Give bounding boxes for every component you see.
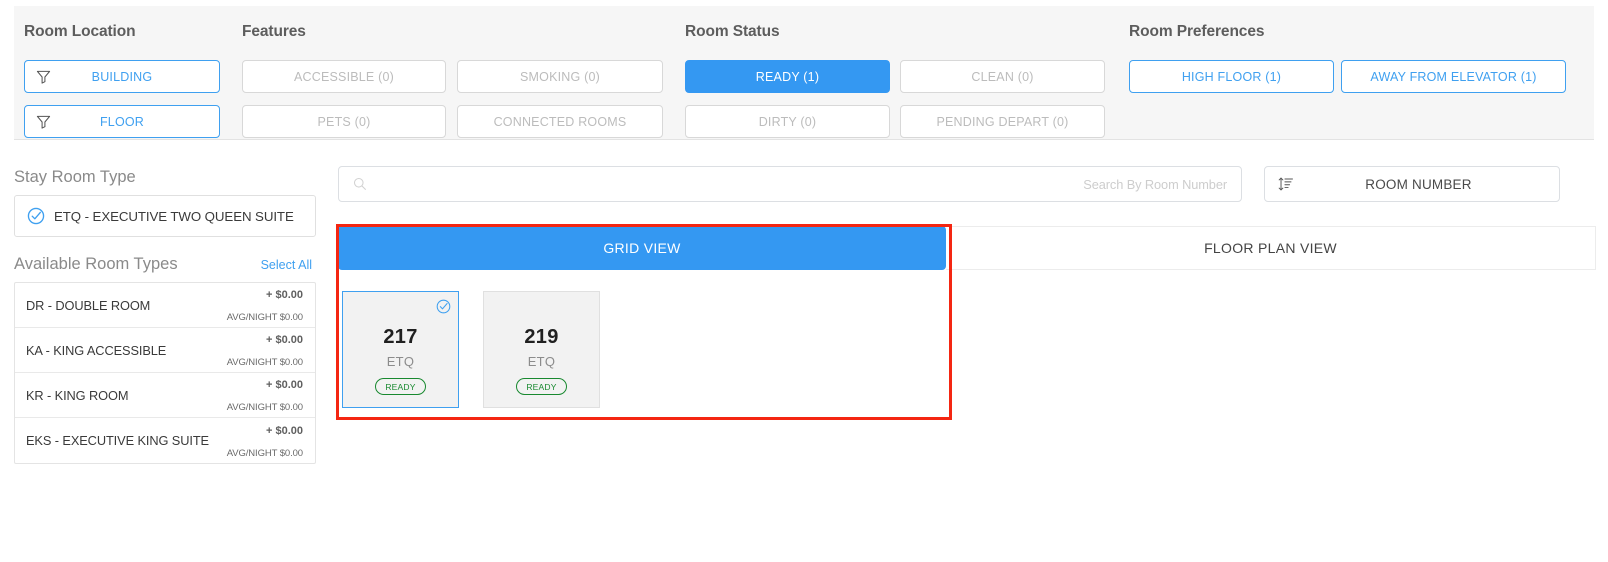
filter-bar: Room Location BUILDING FLOOR Features AC… bbox=[14, 6, 1594, 140]
room-status-badge: READY bbox=[516, 378, 566, 395]
room-card[interactable]: 217 ETQ READY bbox=[342, 291, 459, 408]
sort-amount-icon bbox=[1278, 176, 1294, 192]
filter-button-high-floor[interactable]: HIGH FLOOR (1) bbox=[1129, 60, 1334, 93]
room-type-avg-night: AVG/NIGHT $0.00 bbox=[227, 402, 303, 413]
search-room-number-box[interactable] bbox=[338, 166, 1242, 202]
filter-button-dirty[interactable]: DIRTY (0) bbox=[685, 105, 890, 138]
filter-button-smoking-label: SMOKING (0) bbox=[520, 70, 600, 84]
filter-button-floor-label: FLOOR bbox=[100, 115, 144, 129]
filter-group-features: Features bbox=[242, 6, 677, 51]
filter-button-high-floor-label: HIGH FLOOR (1) bbox=[1182, 70, 1281, 84]
room-type-delta: + $0.00 bbox=[266, 379, 303, 391]
room-type-avg-night: AVG/NIGHT $0.00 bbox=[227, 357, 303, 368]
room-type-delta: + $0.00 bbox=[266, 425, 303, 437]
filter-button-floor[interactable]: FLOOR bbox=[24, 105, 220, 138]
room-type-price: + $0.00 AVG/NIGHT $0.00 bbox=[227, 373, 303, 416]
filter-button-pets-label: PETS (0) bbox=[318, 115, 371, 129]
room-card[interactable]: 219 ETQ READY bbox=[483, 291, 600, 408]
room-type-row[interactable]: EKS - EXECUTIVE KING SUITE + $0.00 AVG/N… bbox=[15, 418, 315, 463]
filter-button-accessible[interactable]: ACCESSIBLE (0) bbox=[242, 60, 446, 93]
room-type-avg-night: AVG/NIGHT $0.00 bbox=[227, 448, 303, 459]
room-number: 219 bbox=[524, 326, 558, 349]
filter-button-ready[interactable]: READY (1) bbox=[685, 60, 890, 93]
room-type-avg-night: AVG/NIGHT $0.00 bbox=[227, 312, 303, 323]
room-type-name: KR - KING ROOM bbox=[26, 388, 128, 403]
room-type-delta: + $0.00 bbox=[266, 289, 303, 301]
room-type-row[interactable]: KA - KING ACCESSIBLE + $0.00 AVG/NIGHT $… bbox=[15, 328, 315, 373]
sort-by-label: ROOM NUMBER bbox=[1294, 177, 1559, 192]
sort-by-room-number-button[interactable]: ROOM NUMBER bbox=[1264, 166, 1560, 202]
room-card-grid: 217 ETQ READY 219 ETQ READY bbox=[342, 291, 600, 408]
filter-button-connected-rooms[interactable]: CONNECTED ROOMS bbox=[457, 105, 663, 138]
filter-group-title-room-preferences: Room Preferences bbox=[1129, 6, 1579, 51]
room-type-row[interactable]: KR - KING ROOM + $0.00 AVG/NIGHT $0.00 bbox=[15, 373, 315, 418]
room-type-name: KA - KING ACCESSIBLE bbox=[26, 343, 166, 358]
circle-check-icon bbox=[27, 207, 45, 225]
room-type-name: DR - DOUBLE ROOM bbox=[26, 298, 150, 313]
filter-group-title-room-status: Room Status bbox=[685, 6, 1105, 51]
filter-button-smoking[interactable]: SMOKING (0) bbox=[457, 60, 663, 93]
stay-room-type-selected-item[interactable]: ETQ - EXECUTIVE TWO QUEEN SUITE bbox=[14, 195, 316, 237]
search-input[interactable] bbox=[367, 177, 1241, 192]
funnel-icon bbox=[36, 114, 51, 129]
search-icon bbox=[353, 177, 367, 191]
room-type-price: + $0.00 AVG/NIGHT $0.00 bbox=[227, 283, 303, 326]
filter-button-pending-depart[interactable]: PENDING DEPART (0) bbox=[900, 105, 1105, 138]
filter-button-building[interactable]: BUILDING bbox=[24, 60, 220, 93]
room-type-row[interactable]: DR - DOUBLE ROOM + $0.00 AVG/NIGHT $0.00 bbox=[15, 283, 315, 328]
filter-button-ready-label: READY (1) bbox=[756, 70, 819, 84]
tab-grid-view-label: GRID VIEW bbox=[603, 240, 680, 256]
filter-group-room-preferences: Room Preferences bbox=[1129, 6, 1579, 51]
available-room-types-header: Available Room Types Select All bbox=[0, 237, 330, 282]
filter-group-room-status: Room Status bbox=[685, 6, 1105, 51]
filter-group-room-location: Room Location bbox=[24, 6, 239, 51]
stay-room-type-heading: Stay Room Type bbox=[0, 150, 330, 195]
filter-button-clean[interactable]: CLEAN (0) bbox=[900, 60, 1105, 93]
room-status-badge: READY bbox=[375, 378, 425, 395]
stay-room-type-label: ETQ - EXECUTIVE TWO QUEEN SUITE bbox=[54, 209, 294, 224]
view-tab-strip: GRID VIEW FLOOR PLAN VIEW bbox=[338, 226, 1600, 270]
filter-button-away-from-elevator[interactable]: AWAY FROM ELEVATOR (1) bbox=[1341, 60, 1566, 93]
room-type-sidebar: Stay Room Type ETQ - EXECUTIVE TWO QUEEN… bbox=[0, 150, 330, 464]
tab-grid-view[interactable]: GRID VIEW bbox=[338, 226, 946, 270]
room-type-price: + $0.00 AVG/NIGHT $0.00 bbox=[227, 328, 303, 371]
filter-button-pending-depart-label: PENDING DEPART (0) bbox=[936, 115, 1068, 129]
filter-group-title-features: Features bbox=[242, 6, 677, 51]
search-and-sort-row: ROOM NUMBER bbox=[338, 166, 1600, 204]
tab-floor-plan-view-label: FLOOR PLAN VIEW bbox=[1204, 240, 1337, 256]
filter-group-title-room-location: Room Location bbox=[24, 6, 239, 51]
room-type-price: + $0.00 AVG/NIGHT $0.00 bbox=[227, 419, 303, 462]
filter-button-away-from-elevator-label: AWAY FROM ELEVATOR (1) bbox=[1370, 70, 1536, 84]
room-number: 217 bbox=[383, 326, 417, 349]
filter-button-clean-label: CLEAN (0) bbox=[971, 70, 1033, 84]
select-all-link[interactable]: Select All bbox=[261, 258, 312, 272]
filter-button-connected-rooms-label: CONNECTED ROOMS bbox=[494, 115, 627, 129]
tab-floor-plan-view[interactable]: FLOOR PLAN VIEW bbox=[946, 226, 1596, 270]
circle-check-icon bbox=[436, 299, 451, 314]
room-type-code: ETQ bbox=[387, 354, 415, 369]
room-type-delta: + $0.00 bbox=[266, 334, 303, 346]
filter-button-building-label: BUILDING bbox=[92, 70, 153, 84]
filter-button-dirty-label: DIRTY (0) bbox=[759, 115, 817, 129]
filter-button-accessible-label: ACCESSIBLE (0) bbox=[294, 70, 394, 84]
available-room-types-heading: Available Room Types bbox=[14, 255, 178, 274]
filter-button-pets[interactable]: PETS (0) bbox=[242, 105, 446, 138]
funnel-icon bbox=[36, 69, 51, 84]
available-room-types-list: DR - DOUBLE ROOM + $0.00 AVG/NIGHT $0.00… bbox=[14, 282, 316, 464]
room-type-code: ETQ bbox=[528, 354, 556, 369]
room-type-name: EKS - EXECUTIVE KING SUITE bbox=[26, 433, 209, 448]
